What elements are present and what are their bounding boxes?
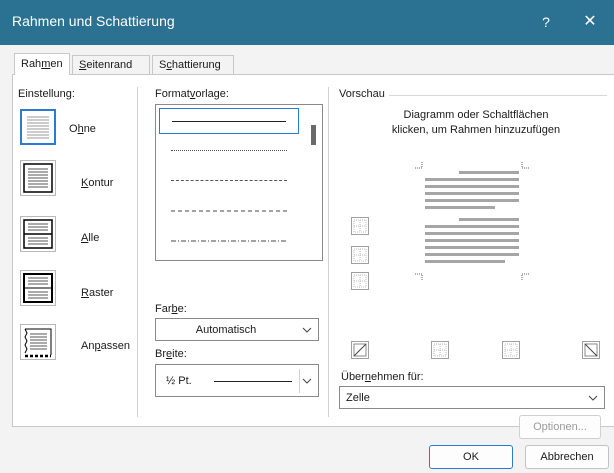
width-dropdown[interactable]: ½ Pt. [155,364,319,397]
preview-text-line [425,185,519,188]
setting-all-label[interactable]: Alle [81,232,99,244]
preview-text-line [425,199,519,202]
border-top-icon [353,219,367,233]
help-button[interactable]: ? [528,6,564,38]
border-top-button[interactable] [351,217,369,235]
setting-custom-icon[interactable] [20,324,56,360]
border-bottom-button[interactable] [351,272,369,290]
corner-mark [521,161,529,169]
options-button[interactable]: Optionen... [519,415,601,439]
setting-none-label[interactable]: Ohne [69,123,96,135]
tab-rahmen[interactable]: Rahmen [14,53,70,75]
chevron-down-icon [302,327,312,333]
chevron-down-icon [302,378,312,384]
setting-grid-label[interactable]: Raster [81,287,113,299]
preview-text-line [425,239,519,242]
preview-text-line [425,232,519,235]
preview-text-line [425,246,519,249]
border-left-button[interactable] [431,341,449,359]
preview-diagram[interactable] [401,155,543,291]
tab-panel-rahmen: Einstellung: Ohne Kontur Alle Raster Anp… [12,74,614,439]
setting-none-icon[interactable] [20,109,56,145]
color-value: Automatisch [195,324,257,336]
preview-text-line [425,260,505,263]
corner-mark [521,273,529,281]
color-dropdown[interactable]: Automatisch [155,318,319,341]
border-diagonal-up-button[interactable] [351,341,369,359]
setting-custom-label[interactable]: Anpassen [81,340,130,352]
setting-grid-icon[interactable] [20,270,56,306]
line-style-fine-dashed[interactable] [159,168,299,194]
width-value: ½ Pt. [166,375,192,387]
apply-to-value: Zelle [346,392,370,404]
preview-text-line [425,192,519,195]
preview-hint-1: Diagramm oder Schaltflächen [403,109,549,121]
preview-label: Vorschau [339,88,385,100]
tab-schattierung[interactable]: Schattierung [152,55,234,75]
apply-to-label: Übernehmen für: [341,371,424,383]
border-right-button[interactable] [502,341,520,359]
line-style-solid[interactable] [159,108,299,134]
separator [137,87,138,417]
close-button[interactable]: ✕ [572,6,608,38]
chevron-down-icon [588,395,598,401]
dialog-body: Rahmen Seitenrand Schattierung Einstellu… [0,45,614,473]
preview-text-line [425,178,519,181]
corner-mark [415,273,423,281]
preview-text-line [459,171,519,174]
diagonal-up-icon [353,343,367,357]
line-style-dash-dot[interactable] [159,228,299,254]
setting-all-icon[interactable] [20,216,56,252]
tab-seitenrand[interactable]: Seitenrand [72,55,150,75]
border-inside-horizontal-button[interactable] [351,246,369,264]
border-bottom-icon [353,274,367,288]
preview-text-line [459,218,519,221]
dialog-title: Rahmen und Schattierung [12,13,175,29]
cancel-button[interactable]: Abbrechen [525,445,609,469]
line-style-dotted[interactable] [159,138,299,164]
style-label: Formatvorlage: [155,88,229,100]
preview-text-line [425,253,519,256]
diagonal-down-icon [584,343,598,357]
ok-button[interactable]: OK [429,445,513,469]
separator [328,87,329,417]
width-line-sample [214,381,292,382]
title-bar: Rahmen und Schattierung ? ✕ [0,0,614,45]
border-right-icon [504,343,518,357]
preview-text-line [425,206,495,209]
color-label: Farbe: [155,303,187,315]
line-style-list[interactable] [155,104,323,261]
setting-box-label[interactable]: Kontur [81,177,113,189]
corner-mark [415,161,423,169]
width-label: Breite: [155,348,187,360]
apply-to-dropdown[interactable]: Zelle [339,386,605,409]
preview-text-line [425,225,519,228]
line-style-dashed[interactable] [159,198,299,224]
line-style-scrollbar[interactable] [306,105,322,260]
scroll-thumb[interactable] [311,125,316,145]
setting-box-icon[interactable] [20,160,56,196]
border-left-icon [433,343,447,357]
settings-label: Einstellung: [18,88,75,100]
preview-hint-2: klicken, um Rahmen hinzuzufügen [391,124,561,136]
border-diagonal-down-button[interactable] [582,341,600,359]
border-inside-horizontal-icon [353,248,367,262]
